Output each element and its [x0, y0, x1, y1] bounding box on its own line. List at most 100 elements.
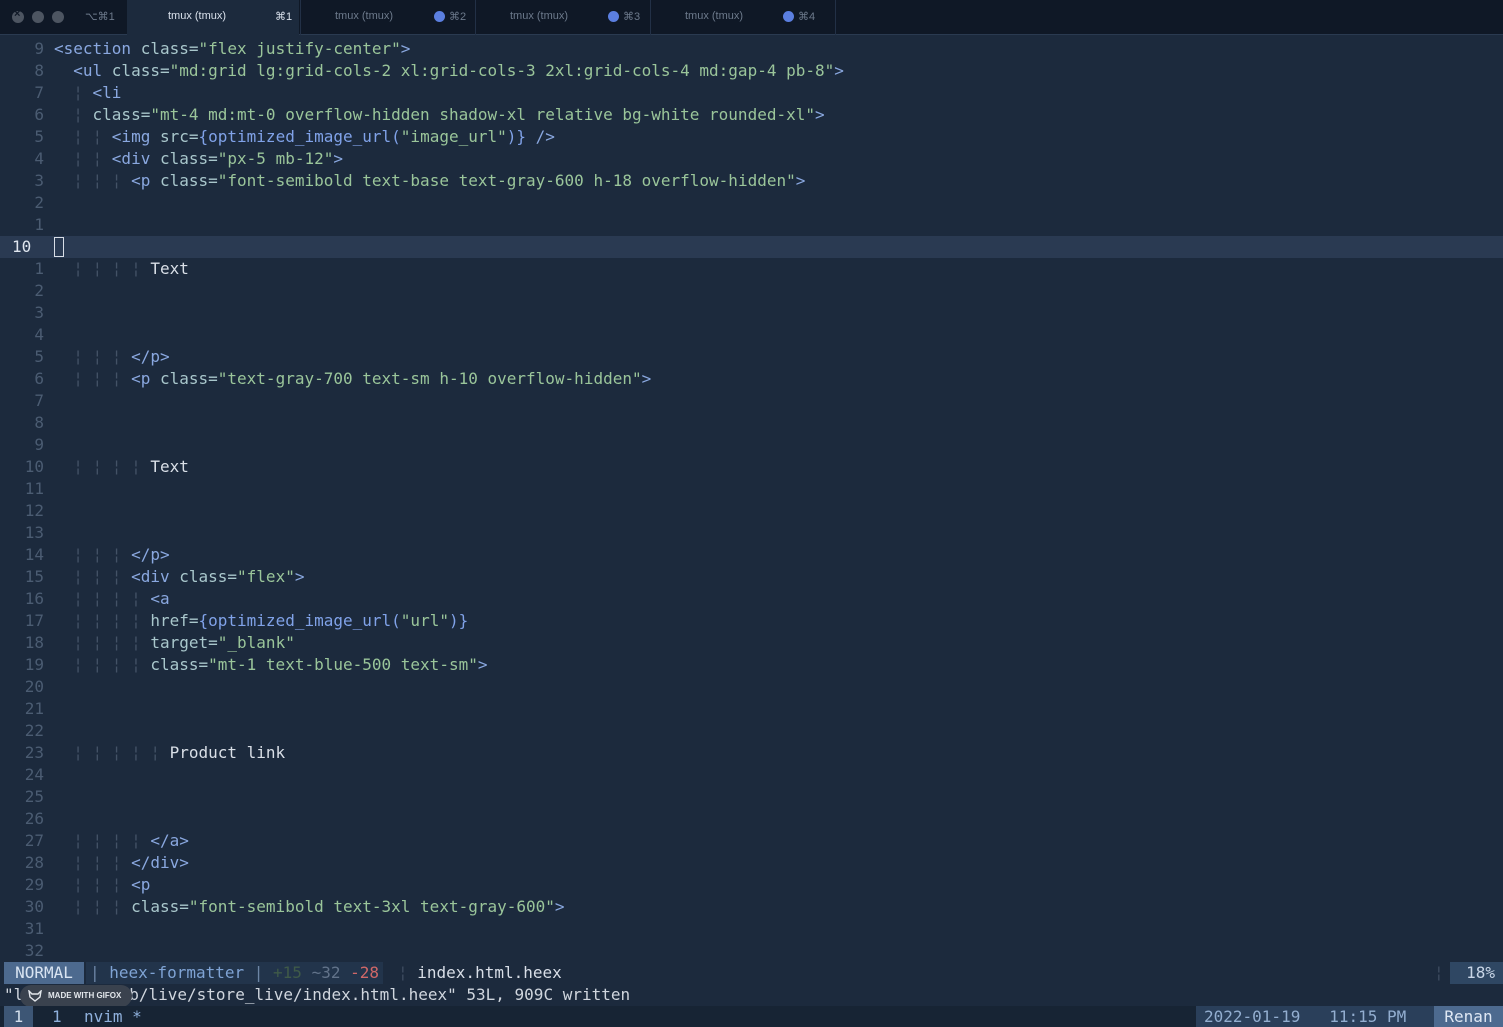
- code-line[interactable]: 7: [0, 390, 1503, 412]
- code-line[interactable]: 28 ¦ ¦ ¦ </div>: [0, 852, 1503, 874]
- line-number: 5: [34, 127, 44, 146]
- code-line[interactable]: 5 ¦ ¦ ¦ </p>: [0, 346, 1503, 368]
- code-line[interactable]: 25: [0, 786, 1503, 808]
- code-line[interactable]: 7 ¦ <li: [0, 82, 1503, 104]
- code-line[interactable]: 20: [0, 676, 1503, 698]
- scroll-percent: 18%: [1450, 962, 1503, 984]
- code-line[interactable]: 3 ¦ ¦ ¦ <p class="font-semibold text-bas…: [0, 170, 1503, 192]
- code-token: Product link: [169, 743, 286, 762]
- current-line[interactable]: 10: [0, 236, 1503, 258]
- code-line[interactable]: 2: [0, 192, 1503, 214]
- code-token: "font-semibold text-3xl text-gray-600": [188, 897, 555, 916]
- code-token: </p>: [131, 347, 170, 366]
- terminal-tab-2[interactable]: tmux (tmux) ⌘2: [300, 0, 474, 35]
- formatter-section: | heex-formatter | +15 ~32 -28: [86, 962, 384, 984]
- tab-title: tmux (tmux): [335, 10, 394, 22]
- code-line[interactable]: 9: [0, 434, 1503, 456]
- code-line[interactable]: 24: [0, 764, 1503, 786]
- terminal-tab-4[interactable]: tmux (tmux) ⌘4: [650, 0, 836, 35]
- terminal-tab-1[interactable]: tmux (tmux) ⌘1: [127, 0, 299, 35]
- tmux-window-index[interactable]: 1: [52, 1006, 62, 1027]
- code-line[interactable]: 11: [0, 478, 1503, 500]
- zoom-window-button[interactable]: [52, 11, 64, 23]
- code-line[interactable]: 22: [0, 720, 1503, 742]
- code-line[interactable]: 17 ¦ ¦ ¦ ¦ href={optimized_image_url("ur…: [0, 610, 1503, 632]
- indent-guide: ¦ ¦ ¦: [54, 369, 132, 388]
- code-line[interactable]: 10 ¦ ¦ ¦ ¦ Text: [0, 456, 1503, 478]
- line-code: <section class="flex justify-center">: [54, 38, 410, 60]
- code-line[interactable]: 15 ¦ ¦ ¦ <div class="flex">: [0, 566, 1503, 588]
- code-line[interactable]: 27 ¦ ¦ ¦ ¦ </a>: [0, 830, 1503, 852]
- code-line[interactable]: 14 ¦ ¦ ¦ </p>: [0, 544, 1503, 566]
- tmux-window-name[interactable]: nvim *: [84, 1006, 142, 1027]
- code-line[interactable]: 3: [0, 302, 1503, 324]
- code-line[interactable]: 31: [0, 918, 1503, 940]
- file-name: index.html.heex: [417, 963, 562, 982]
- line-code: ¦ ¦ ¦ ¦ href={optimized_image_url("url")…: [54, 610, 468, 632]
- code-line[interactable]: 12: [0, 500, 1503, 522]
- line-code: ¦ ¦ ¦ ¦ ¦ Product link: [54, 742, 285, 764]
- indent-guide: ¦ ¦ ¦: [54, 347, 132, 366]
- code-token: </p>: [131, 545, 170, 564]
- close-window-button[interactable]: [12, 8, 24, 23]
- code-token: >: [834, 61, 844, 80]
- code-token: class=: [92, 105, 151, 124]
- code-line[interactable]: 30 ¦ ¦ ¦ class="font-semibold text-3xl t…: [0, 896, 1503, 918]
- code-line[interactable]: 29 ¦ ¦ ¦ <p: [0, 874, 1503, 896]
- code-line[interactable]: 16 ¦ ¦ ¦ ¦ <a: [0, 588, 1503, 610]
- line-number: 4: [34, 149, 44, 168]
- line-number: 23: [24, 743, 44, 762]
- line-number: 11: [24, 479, 44, 498]
- code-line[interactable]: 19 ¦ ¦ ¦ ¦ class="mt-1 text-blue-500 tex…: [0, 654, 1503, 676]
- code-line[interactable]: 4 ¦ ¦ <div class="px-5 mb-12">: [0, 148, 1503, 170]
- code-line[interactable]: 26: [0, 808, 1503, 830]
- code-line[interactable]: 5 ¦ ¦ <img src={optimized_image_url("ima…: [0, 126, 1503, 148]
- code-line[interactable]: 18 ¦ ¦ ¦ ¦ target="_blank": [0, 632, 1503, 654]
- code-token: Text: [150, 259, 189, 278]
- code-line[interactable]: 9 <section class="flex justify-center">: [0, 38, 1503, 60]
- code-line[interactable]: 1 ¦ ¦ ¦ ¦ Text: [0, 258, 1503, 280]
- line-number: 10: [12, 237, 32, 256]
- code-line[interactable]: 2: [0, 280, 1503, 302]
- code-line[interactable]: 32: [0, 940, 1503, 962]
- code-token: <section: [54, 39, 141, 58]
- indent-guide: ¦ ¦ ¦ ¦ ¦: [54, 743, 170, 762]
- code-line[interactable]: 13: [0, 522, 1503, 544]
- code-line[interactable]: 6 ¦ class="mt-4 md:mt-0 overflow-hidden …: [0, 104, 1503, 126]
- code-line[interactable]: 4: [0, 324, 1503, 346]
- vim-statusline: NORMAL | heex-formatter | +15 ~32 -28 ¦ …: [0, 962, 1503, 984]
- window-shortcut: ⌥⌘1: [85, 11, 115, 23]
- line-number: 4: [34, 325, 44, 344]
- editor-buffer[interactable]: 9 <section class="flex justify-center"> 8 …: [0, 38, 1503, 962]
- code-token: class=: [140, 39, 199, 58]
- indent-guide: ¦ ¦ ¦: [54, 853, 132, 872]
- code-line[interactable]: 23 ¦ ¦ ¦ ¦ ¦ Product link: [0, 742, 1503, 764]
- indent-guide: ¦ ¦ ¦ ¦: [54, 457, 151, 476]
- terminal-tab-3[interactable]: tmux (tmux) ⌘3: [475, 0, 649, 35]
- tab-title: tmux (tmux): [685, 10, 744, 22]
- code-line[interactable]: 6 ¦ ¦ ¦ <p class="text-gray-700 text-sm …: [0, 368, 1503, 390]
- line-code: ¦ class="mt-4 md:mt-0 overflow-hidden sh…: [54, 104, 824, 126]
- line-code: ¦ ¦ <div class="px-5 mb-12">: [54, 148, 343, 170]
- indent-guide: ¦ ¦ ¦ ¦: [54, 633, 151, 652]
- code-token: "font-semibold text-base text-gray-600 h…: [217, 171, 796, 190]
- code-line[interactable]: 8: [0, 412, 1503, 434]
- code-token: "flex": [237, 567, 295, 586]
- tmux-user: Renan: [1434, 1006, 1503, 1027]
- line-number: 2: [34, 193, 44, 212]
- minimize-window-button[interactable]: [32, 11, 44, 23]
- code-line[interactable]: 1: [0, 214, 1503, 236]
- separator: ¦: [398, 963, 418, 982]
- code-token: class=: [150, 655, 209, 674]
- code-token: />: [526, 127, 555, 146]
- code-token: class=: [159, 171, 218, 190]
- line-number: 19: [24, 655, 44, 674]
- tab-shortcut: ⌘3: [623, 11, 641, 23]
- separator: ¦: [1434, 963, 1444, 982]
- code-line[interactable]: 8 <ul class="md:grid lg:grid-cols-2 xl:g…: [0, 60, 1503, 82]
- code-token: "md:grid lg:grid-cols-2 xl:grid-cols-3 2…: [169, 61, 835, 80]
- line-number: 10: [24, 457, 44, 476]
- code-line[interactable]: 21: [0, 698, 1503, 720]
- line-number: 27: [24, 831, 44, 850]
- line-number: 8: [34, 413, 44, 432]
